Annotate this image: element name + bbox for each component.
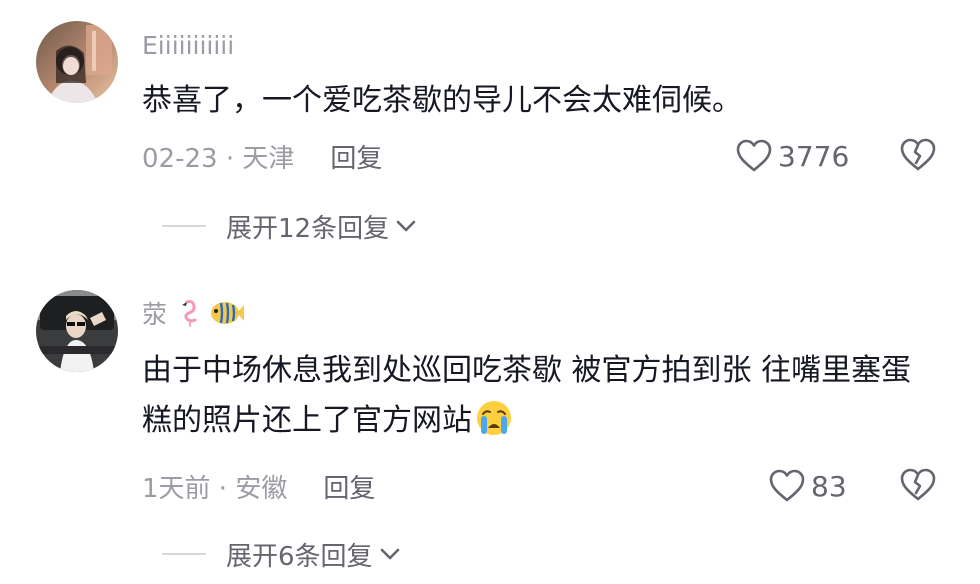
broken-heart-icon <box>900 138 936 171</box>
heart-icon <box>769 469 805 502</box>
comment-meta: 02-23 · 天津 回复 <box>142 136 382 176</box>
avatar-photo-icon <box>36 290 118 372</box>
like-count: 3776 <box>778 139 850 173</box>
reply-button[interactable]: 回复 <box>323 468 375 505</box>
heart-icon <box>736 139 772 172</box>
crying-face-icon <box>477 401 511 435</box>
username-row: Eiiiiiiiiiii <box>142 28 234 62</box>
dislike-button[interactable] <box>900 138 936 174</box>
fish-icon <box>211 302 245 324</box>
expand-replies[interactable]: 展开12条回复 <box>162 206 417 246</box>
dislike-button[interactable] <box>900 468 936 504</box>
expand-replies-label: 展开6条回复 <box>226 541 373 572</box>
username-row: 荥 <box>142 296 245 330</box>
expand-replies[interactable]: 展开6条回复 <box>162 534 401 574</box>
chevron-down-icon <box>380 548 399 560</box>
divider-line <box>162 225 206 227</box>
like-count: 83 <box>811 469 847 503</box>
comment-item: Eiiiiiiiiiii 恭喜了，一个爱吃茶歇的导儿不会太难伺候。 02-23 … <box>0 0 980 260</box>
comment-body: 恭喜了，一个爱吃茶歇的导儿不会太难伺候。 <box>142 83 742 118</box>
date-location: 02-23 · 天津 <box>142 143 295 174</box>
avatar[interactable] <box>36 290 118 372</box>
avatar[interactable] <box>36 21 118 103</box>
username[interactable]: 荥 <box>142 295 167 331</box>
comment-body: 由于中场休息我到处巡回吃茶歇 被官方拍到张 往嘴里塞蛋糕的照片还上了官方网站 <box>142 353 912 438</box>
chevron-down-icon <box>396 220 416 232</box>
comment-text: 恭喜了，一个爱吃茶歇的导儿不会太难伺候。 <box>142 76 942 126</box>
date-location: 1天前 · 安徽 <box>142 473 288 504</box>
comment-text: 由于中场休息我到处巡回吃茶歇 被官方拍到张 往嘴里塞蛋糕的照片还上了官方网站 <box>142 346 932 446</box>
username[interactable]: Eiiiiiiiiiii <box>142 31 234 60</box>
divider-line <box>162 553 206 555</box>
like-button[interactable]: 3776 <box>736 136 849 176</box>
broken-heart-icon <box>900 468 936 501</box>
flamingo-icon <box>182 300 197 327</box>
comment-meta: 1天前 · 安徽 回复 <box>142 466 375 506</box>
like-button[interactable]: 83 <box>769 466 847 506</box>
comment-item: 荥 由于中场休息我到处巡回吃茶歇 被官方拍到张 往嘴里塞蛋糕的照片还上了官方网站… <box>0 270 980 584</box>
expand-replies-label: 展开12条回复 <box>226 213 390 244</box>
avatar-photo-icon <box>36 21 118 103</box>
reply-button[interactable]: 回复 <box>330 138 382 175</box>
